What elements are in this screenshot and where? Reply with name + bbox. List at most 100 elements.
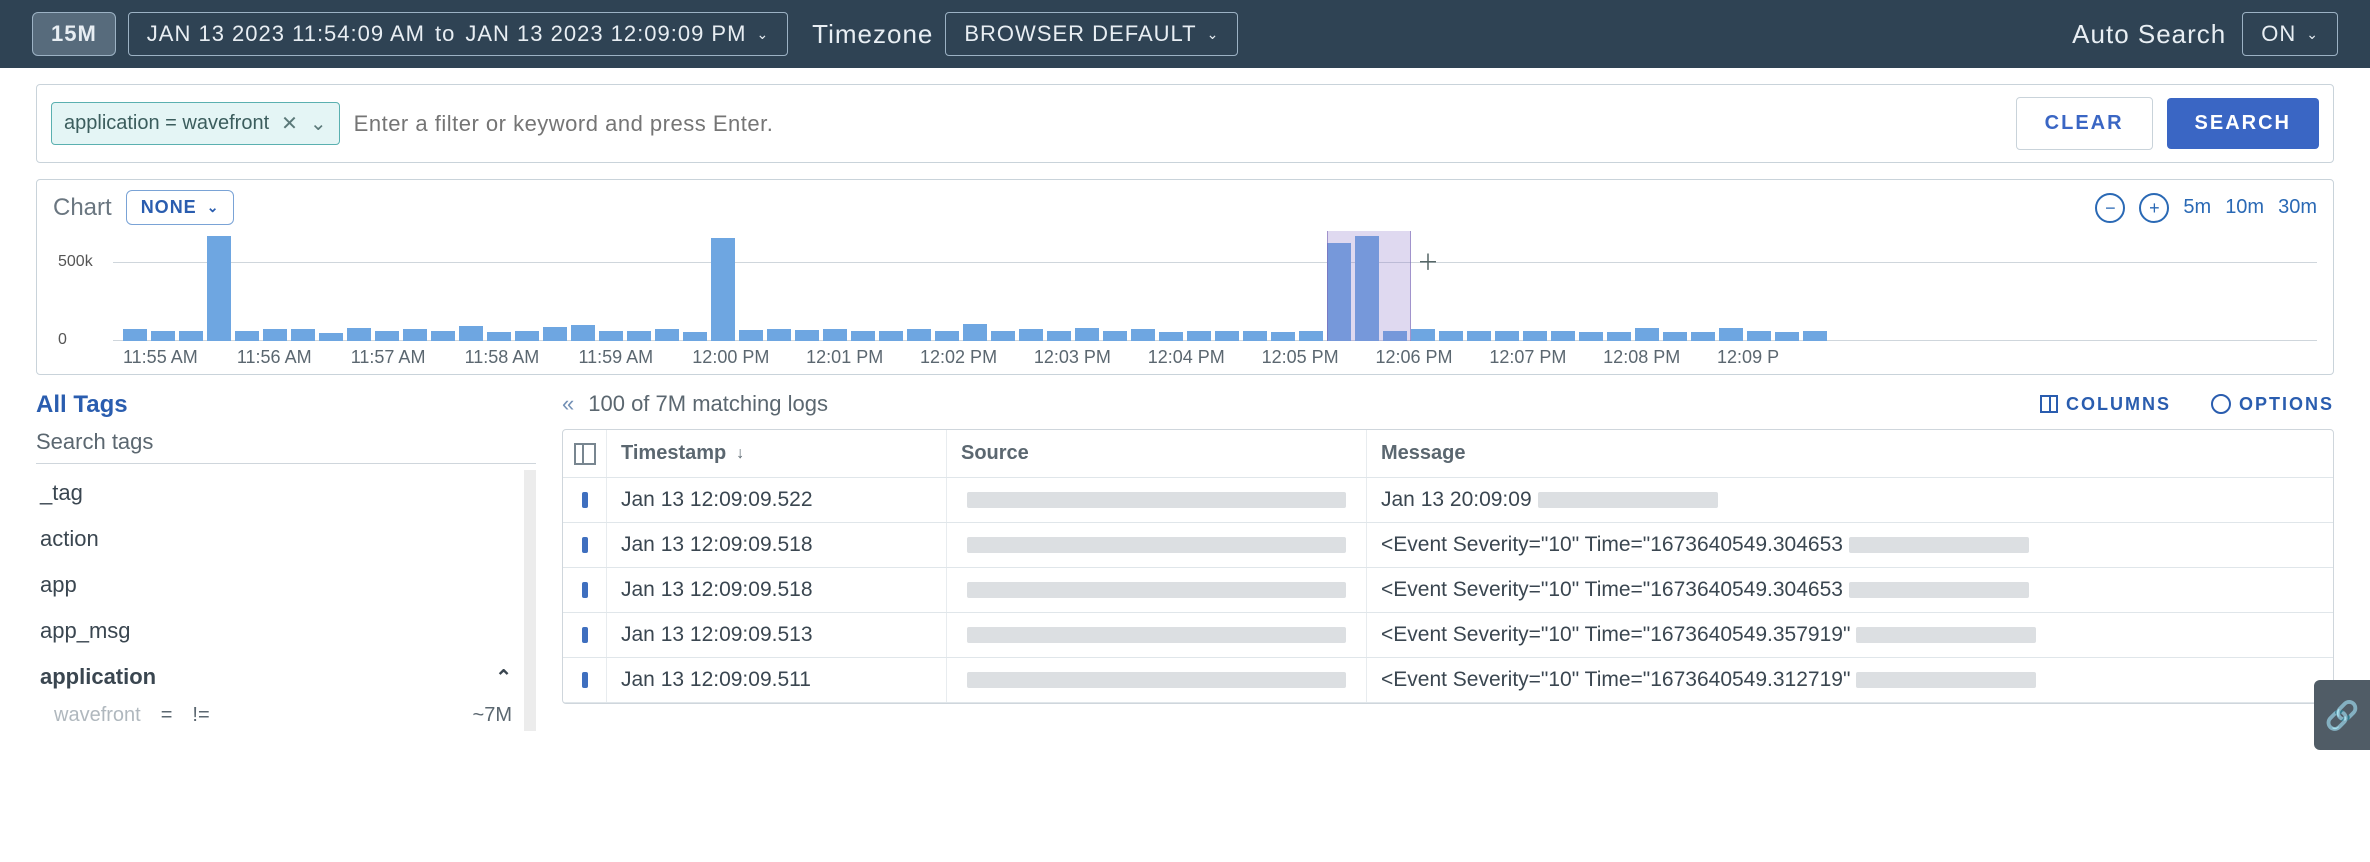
chart-bar[interactable] bbox=[571, 325, 595, 341]
op-ne[interactable]: != bbox=[192, 704, 209, 727]
chart-bar[interactable] bbox=[487, 332, 511, 341]
chart-bar[interactable] bbox=[291, 329, 315, 341]
columns-button[interactable]: COLUMNS bbox=[2040, 394, 2171, 415]
chart-bar[interactable] bbox=[1803, 331, 1827, 341]
chart-bar[interactable] bbox=[263, 329, 287, 341]
panel-toggle-header[interactable] bbox=[563, 430, 607, 477]
chart-bar[interactable] bbox=[1411, 329, 1435, 341]
zoom-5m[interactable]: 5m bbox=[2183, 196, 2211, 219]
chart-bar[interactable] bbox=[515, 331, 539, 341]
zoom-out-button[interactable]: − bbox=[2095, 193, 2125, 223]
chart-bar[interactable] bbox=[767, 329, 791, 341]
table-row[interactable]: Jan 13 12:09:09.522Jan 13 20:09:09… bbox=[563, 478, 2333, 523]
chart-bar[interactable] bbox=[1607, 332, 1631, 341]
chart-bar[interactable] bbox=[1131, 329, 1155, 341]
chart-bar[interactable] bbox=[347, 328, 371, 342]
chart-bar[interactable] bbox=[1523, 331, 1547, 341]
op-eq[interactable]: = bbox=[161, 704, 173, 727]
chart-bar[interactable] bbox=[879, 331, 903, 341]
chart-bar[interactable] bbox=[1047, 331, 1071, 341]
chart-bar[interactable] bbox=[907, 329, 931, 341]
chart-bar[interactable] bbox=[1075, 328, 1099, 342]
time-range-button[interactable]: JAN 13 2023 11:54:09 AM to JAN 13 2023 1… bbox=[128, 12, 788, 56]
clear-button[interactable]: CLEAR bbox=[2016, 97, 2153, 150]
sidebar-item-app_msg[interactable]: app_msg bbox=[36, 608, 516, 654]
chart-bar[interactable] bbox=[599, 331, 623, 341]
filter-tag-chip[interactable]: application = wavefront ✕ ⌄ bbox=[51, 102, 340, 145]
chart-bar[interactable] bbox=[1187, 331, 1211, 341]
chart-bar[interactable] bbox=[823, 329, 847, 341]
zoom-10m[interactable]: 10m bbox=[2225, 196, 2264, 219]
chart-bar[interactable] bbox=[1439, 331, 1463, 341]
zoom-in-button[interactable]: + bbox=[2139, 193, 2169, 223]
chart-bar[interactable] bbox=[1243, 331, 1267, 341]
chart-bar[interactable] bbox=[1719, 328, 1743, 341]
chart-bar[interactable] bbox=[1103, 331, 1127, 341]
share-link-button[interactable]: 🔗 bbox=[2314, 680, 2370, 750]
search-button[interactable]: SEARCH bbox=[2167, 98, 2319, 149]
all-tags-heading[interactable]: All Tags bbox=[36, 391, 536, 419]
chart-bar[interactable] bbox=[1495, 331, 1519, 341]
th-source[interactable]: Source bbox=[947, 430, 1367, 477]
sidebar-item-_tag[interactable]: _tag bbox=[36, 470, 516, 516]
chart-bar[interactable] bbox=[991, 331, 1015, 341]
chart-bar[interactable] bbox=[543, 327, 567, 341]
chart-bar[interactable] bbox=[1775, 332, 1799, 341]
timestamp-cell: Jan 13 12:09:09.518 bbox=[607, 523, 947, 567]
auto-search-toggle[interactable]: ON ⌄ bbox=[2242, 12, 2338, 56]
chevron-down-icon[interactable]: ⌄ bbox=[310, 111, 327, 136]
chart-body[interactable]: 500k 0 ＋ bbox=[113, 231, 2317, 341]
chart-bar[interactable] bbox=[151, 331, 175, 341]
duration-button[interactable]: 15M bbox=[32, 12, 116, 56]
time-brush[interactable] bbox=[1327, 231, 1411, 341]
timezone-button[interactable]: BROWSER DEFAULT ⌄ bbox=[945, 12, 1238, 56]
chart-bar[interactable] bbox=[375, 331, 399, 341]
chart-bar[interactable] bbox=[123, 329, 147, 341]
th-message[interactable]: Message bbox=[1367, 430, 2333, 477]
search-tags-heading[interactable]: Search tags bbox=[36, 429, 536, 455]
chart-bar[interactable] bbox=[459, 326, 483, 341]
sidebar-subitem[interactable]: wavefront=!=~7M bbox=[36, 700, 516, 731]
chart-bar[interactable] bbox=[207, 236, 231, 341]
remove-tag-icon[interactable]: ✕ bbox=[281, 111, 298, 136]
chart-bar[interactable] bbox=[1019, 329, 1043, 341]
chart-bar[interactable] bbox=[1299, 331, 1323, 341]
chart-bar[interactable] bbox=[711, 238, 735, 341]
chart-bar[interactable] bbox=[1691, 332, 1715, 341]
chart-bar[interactable] bbox=[1747, 331, 1771, 341]
chart-bar[interactable] bbox=[683, 332, 707, 341]
chart-bar[interactable] bbox=[1663, 332, 1687, 341]
chart-bar[interactable] bbox=[795, 330, 819, 341]
options-button[interactable]: OPTIONS bbox=[2211, 394, 2334, 415]
chart-bar[interactable] bbox=[319, 333, 343, 342]
table-row[interactable]: Jan 13 12:09:09.511<Event Severity="10" … bbox=[563, 658, 2333, 703]
chart-bar[interactable] bbox=[1159, 332, 1183, 341]
chart-groupby-button[interactable]: NONE ⌄ bbox=[126, 190, 235, 225]
chart-bar[interactable] bbox=[627, 331, 651, 341]
th-timestamp[interactable]: Timestamp ↓ bbox=[607, 430, 947, 477]
chart-bar[interactable] bbox=[1635, 328, 1659, 342]
table-row[interactable]: Jan 13 12:09:09.513<Event Severity="10" … bbox=[563, 613, 2333, 658]
chart-bar[interactable] bbox=[963, 324, 987, 341]
filter-input[interactable] bbox=[354, 111, 2002, 137]
chart-bar[interactable] bbox=[739, 330, 763, 341]
table-row[interactable]: Jan 13 12:09:09.518<Event Severity="10" … bbox=[563, 568, 2333, 613]
sidebar-item-app[interactable]: app bbox=[36, 562, 516, 608]
chart-bar[interactable] bbox=[1215, 331, 1239, 341]
table-row[interactable]: Jan 13 12:09:09.518<Event Severity="10" … bbox=[563, 523, 2333, 568]
sidebar-item-action[interactable]: action bbox=[36, 516, 516, 562]
chart-bar[interactable] bbox=[1551, 331, 1575, 341]
chart-bar[interactable] bbox=[851, 331, 875, 341]
zoom-30m[interactable]: 30m bbox=[2278, 196, 2317, 219]
chart-bar[interactable] bbox=[1271, 332, 1295, 341]
chart-bar[interactable] bbox=[655, 329, 679, 341]
chart-bar[interactable] bbox=[935, 331, 959, 341]
chart-bar[interactable] bbox=[179, 331, 203, 341]
chart-bar[interactable] bbox=[1467, 331, 1491, 341]
chart-bar[interactable] bbox=[1579, 332, 1603, 341]
sidebar-item-application[interactable]: application⌃ bbox=[36, 654, 516, 700]
collapse-sidebar-icon[interactable]: « bbox=[562, 391, 574, 417]
chart-bar[interactable] bbox=[403, 329, 427, 341]
chart-bar[interactable] bbox=[431, 331, 455, 341]
chart-bar[interactable] bbox=[235, 331, 259, 341]
